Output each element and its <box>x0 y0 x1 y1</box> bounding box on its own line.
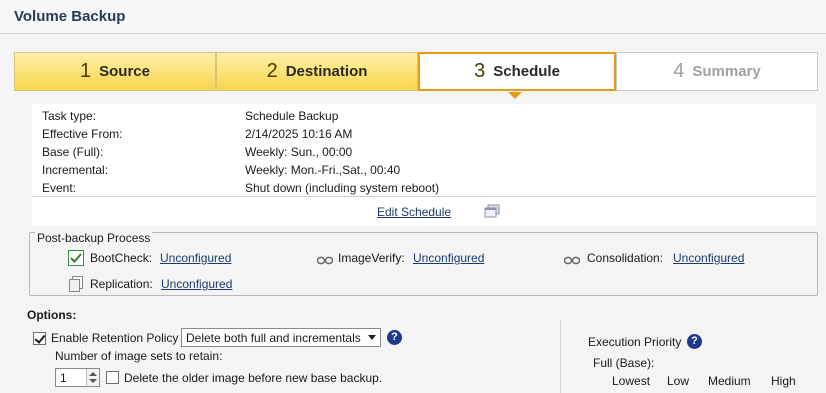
imageverify-link[interactable]: Unconfigured <box>413 251 484 265</box>
replication-label: Replication: <box>90 277 153 291</box>
step-number: 4 <box>673 60 685 82</box>
retention-checkbox[interactable] <box>33 332 46 345</box>
summary-key: Incremental: <box>42 163 109 177</box>
summary-row: Base (Full): Weekly: Sun., 00:00 <box>42 145 802 161</box>
window-title: Volume Backup <box>14 8 126 25</box>
summary-key: Task type: <box>42 109 97 123</box>
summary-value: Shut down (including system reboot) <box>245 181 440 195</box>
execution-priority-title: Execution Priority <box>588 335 682 349</box>
summary-row: Event: Shut down (including system reboo… <box>42 181 802 197</box>
options-heading: Options: <box>27 308 77 322</box>
summary-row: Task type: Schedule Backup <box>42 109 802 125</box>
summary-value: Weekly: Mon.-Fri.,Sat., 00:40 <box>245 163 401 177</box>
step-number: 3 <box>474 60 486 82</box>
imageverify-label: ImageVerify: <box>338 251 405 265</box>
step-label: Schedule <box>493 63 560 80</box>
image-sets-value: 1 <box>60 371 67 385</box>
bootcheck-icon <box>68 250 84 269</box>
help-icon[interactable]: ? <box>687 334 702 349</box>
priority-level-low[interactable]: Low <box>667 374 689 388</box>
consolidation-label: Consolidation: <box>587 251 664 265</box>
imageverify-icon <box>316 254 334 268</box>
summary-key: Base (Full): <box>42 145 104 159</box>
step-label: Source <box>99 63 150 80</box>
priority-level-lowest[interactable]: Lowest <box>612 374 650 388</box>
summary-value: Schedule Backup <box>245 109 339 123</box>
wizard-step-summary[interactable]: 4 Summary <box>616 52 818 91</box>
title-bar: Volume Backup <box>0 0 826 34</box>
summary-value: Weekly: Sun., 00:00 <box>245 145 353 159</box>
consolidation-link[interactable]: Unconfigured <box>673 251 744 265</box>
bootcheck-label: BootCheck: <box>90 251 153 265</box>
priority-level-high[interactable]: High <box>771 374 796 388</box>
step-number: 2 <box>266 60 278 82</box>
replication-link[interactable]: Unconfigured <box>161 277 232 291</box>
summary-value: 2/14/2025 10:16 AM <box>245 127 353 141</box>
chevron-down-icon[interactable] <box>89 379 97 383</box>
wizard-step-source[interactable]: 1 Source <box>14 52 216 91</box>
replication-icon <box>68 276 84 295</box>
edit-schedule-link[interactable]: Edit Schedule <box>377 205 451 219</box>
stepper-buttons[interactable] <box>86 369 99 386</box>
current-step-pointer <box>508 92 522 99</box>
wizard-steps: 1 Source 2 Destination 3 Schedule 4 Summ… <box>14 52 818 92</box>
summary-row: Effective From: 2/14/2025 10:16 AM <box>42 127 802 143</box>
summary-key: Event: <box>42 181 77 195</box>
post-backup-legend: Post-backup Process <box>35 231 153 245</box>
schedule-summary: Task type: Schedule Backup Effective Fro… <box>32 104 816 226</box>
summary-divider <box>32 196 816 197</box>
step-label: Destination <box>285 63 368 80</box>
wizard-step-destination[interactable]: 2 Destination <box>216 52 418 91</box>
full-base-label: Full (Base): <box>593 356 655 370</box>
delete-older-checkbox[interactable] <box>106 371 119 384</box>
chevron-down-icon <box>368 335 376 340</box>
help-icon[interactable]: ? <box>387 330 402 345</box>
chevron-up-icon[interactable] <box>89 372 97 376</box>
bootcheck-link[interactable]: Unconfigured <box>160 251 231 265</box>
step-number: 1 <box>80 60 92 82</box>
consolidation-icon <box>563 254 581 268</box>
window-icon[interactable] <box>484 204 500 219</box>
summary-row: Incremental: Weekly: Mon.-Fri.,Sat., 00:… <box>42 163 802 179</box>
image-sets-stepper[interactable]: 1 <box>55 368 100 387</box>
delete-older-label: Delete the older image before new base b… <box>124 371 383 385</box>
retention-label: Enable Retention Policy <box>51 331 179 345</box>
retention-mode-select[interactable]: Delete both full and incrementals <box>181 328 381 347</box>
step-label: Summary <box>692 63 761 80</box>
priority-level-medium[interactable]: Medium <box>708 374 751 388</box>
image-sets-label: Number of image sets to retain: <box>55 349 223 363</box>
summary-key: Effective From: <box>42 127 123 141</box>
wizard-step-schedule[interactable]: 3 Schedule <box>418 52 616 91</box>
retention-mode-value: Delete both full and incrementals <box>186 331 361 345</box>
